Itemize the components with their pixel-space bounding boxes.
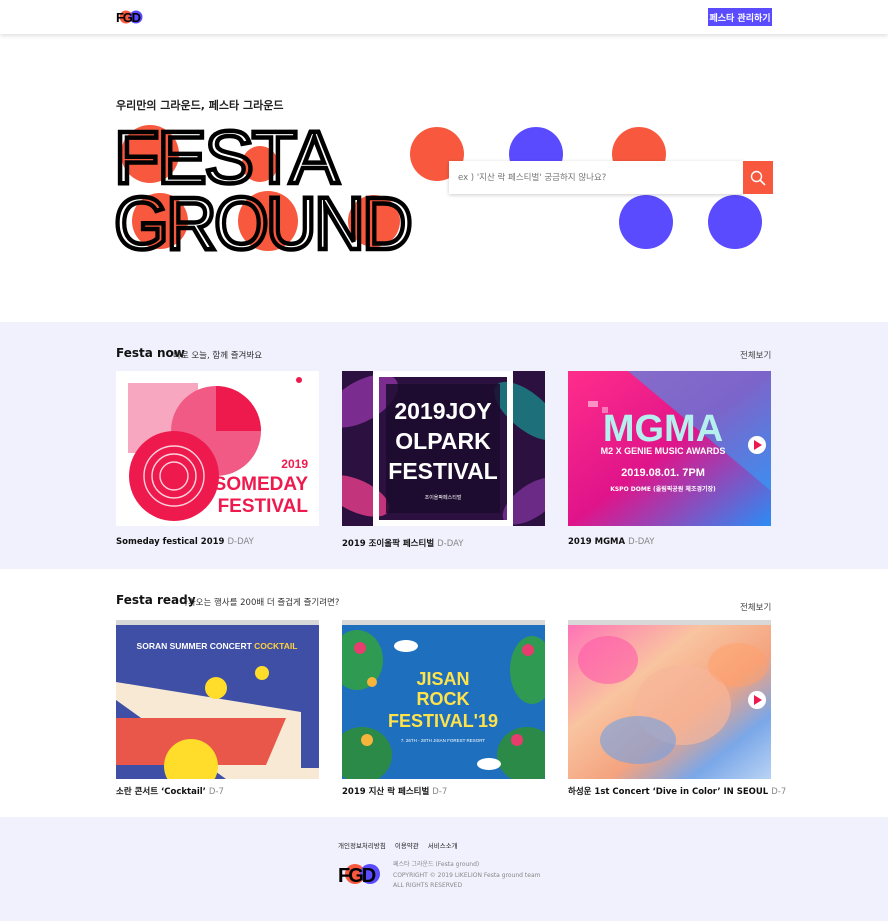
hero-title: FESTA GROUND xyxy=(112,116,415,256)
poster-text: FESTIVAL xyxy=(388,458,497,484)
festival-poster[interactable]: JISAN ROCK FESTIVAL'19 7. 26TH - 28TH JI… xyxy=(342,620,545,779)
festival-card[interactable]: SORAN SUMMER CONCERT COCKTAIL 소란 콘서트 ‘Co… xyxy=(116,620,319,797)
festival-poster[interactable] xyxy=(568,620,771,779)
see-all-link[interactable]: 전체보기 xyxy=(740,349,771,361)
poster-text: 2019.08.01. 7PM xyxy=(621,467,705,479)
poster-text: FESTIVAL xyxy=(218,496,309,517)
poster-text: SOMEDAY xyxy=(214,474,309,495)
poster-text: 2019 xyxy=(281,457,308,471)
poster-text: SORAN SUMMER CONCERT COCKTAIL xyxy=(137,641,298,651)
footer-info-line: ALL RIGHTS RESERVED xyxy=(393,882,463,889)
poster-text: 조이올팍페스티벌 xyxy=(425,494,462,501)
poster-text: 2019JOY xyxy=(394,398,491,424)
play-icon[interactable] xyxy=(748,436,766,454)
poster-text: ROCK xyxy=(417,689,470,709)
footer-info-line: 페스타 그라운드 (Festa ground) xyxy=(393,861,480,868)
section-subtitle: 다가오는 행사를 200배 더 즐겁게 즐기려면? xyxy=(180,598,340,608)
card-caption: 2019 지산 락 페스티벌 D-7 xyxy=(342,785,545,797)
search-icon xyxy=(750,170,766,186)
site-footer: 개인정보처리방침 이용약관 서비스소개 FGD 페스타 그라운드 (Festa … xyxy=(0,817,888,921)
poster-text: MGMA xyxy=(603,408,723,450)
footer-link-terms[interactable]: 이용약관 xyxy=(395,840,419,850)
dday-badge: D-DAY xyxy=(628,537,655,547)
festival-name: Someday festical 2019 xyxy=(116,537,225,547)
festa-now-section: Festa now 바로 오늘, 함께 즐겨봐요 전체보기 2019 SOMED… xyxy=(0,322,888,569)
footer-links: 개인정보처리방침 이용약관 서비스소개 xyxy=(338,840,458,850)
footer-link-about[interactable]: 서비스소개 xyxy=(428,840,458,850)
card-caption: Someday festical 2019 D-DAY xyxy=(116,537,319,547)
festival-card[interactable]: 2019JOY OLPARK FESTIVAL 조이올팍페스티벌 2019 조이… xyxy=(342,371,545,549)
festival-name: 2019 MGMA xyxy=(568,537,626,547)
card-caption: 2019 조이올팍 페스티벌 D-DAY xyxy=(342,537,545,549)
footer-info-line: COPYRIGHT © 2019 LIKELION Festa ground t… xyxy=(393,871,541,879)
dday-badge: D-7 xyxy=(432,787,448,797)
festival-card[interactable]: MGMA M2 X GENIE MUSIC AWARDS 2019.08.01.… xyxy=(568,371,771,547)
dday-badge: D-7 xyxy=(208,787,224,797)
svg-text:FGD: FGD xyxy=(116,10,141,25)
footer-info: 페스타 그라운드 (Festa ground) COPYRIGHT © 2019… xyxy=(393,860,540,892)
festa-ready-section: Festa ready 다가오는 행사를 200배 더 즐겁게 즐기려면? 전체… xyxy=(0,569,888,817)
poster-text: OLPARK xyxy=(395,428,491,454)
card-caption: 하성운 1st Concert ‘Dive in Color’ IN SEOUL… xyxy=(568,785,786,797)
dday-badge: D-7 xyxy=(771,787,787,797)
svg-text:FGD: FGD xyxy=(338,865,376,885)
poster-text: 7. 26TH - 28TH JISAN FOREST RESORT xyxy=(401,738,486,743)
festival-name: 소란 콘서트 ‘Cocktail’ xyxy=(116,787,206,797)
footer-link-privacy[interactable]: 개인정보처리방침 xyxy=(338,840,386,850)
festival-poster[interactable]: 2019JOY OLPARK FESTIVAL 조이올팍페스티벌 xyxy=(342,371,545,526)
hero-section: 우리만의 그라운드, 페스타 그라운드 FESTA GROUND xyxy=(0,34,888,322)
poster-text: KSPO DOME (올림픽공원 체조경기장) xyxy=(610,485,716,493)
hero-tagline: 우리만의 그라운드, 페스타 그라운드 xyxy=(116,99,284,112)
search-box xyxy=(449,161,743,194)
fgd-logo[interactable]: FGD xyxy=(116,9,146,25)
search-input[interactable] xyxy=(449,161,743,194)
festival-name: 2019 지산 락 페스티벌 xyxy=(342,787,430,797)
festival-card[interactable]: JISAN ROCK FESTIVAL'19 7. 26TH - 28TH JI… xyxy=(342,620,545,797)
fgd-logo[interactable]: FGD xyxy=(338,863,384,885)
poster-text: JISAN xyxy=(416,669,469,689)
title-line2: GROUND xyxy=(114,182,410,256)
admin-button[interactable]: 페스타 관리하기 xyxy=(708,8,772,26)
card-caption: 소란 콘서트 ‘Cocktail’ D-7 xyxy=(116,785,319,797)
card-caption: 2019 MGMA D-DAY xyxy=(568,537,771,547)
poster-text: FESTIVAL'19 xyxy=(388,711,498,731)
see-all-link[interactable]: 전체보기 xyxy=(740,601,771,613)
festival-card[interactable]: 하성운 1st Concert ‘Dive in Color’ IN SEOUL… xyxy=(568,620,786,797)
dday-badge: D-DAY xyxy=(227,537,254,547)
search-button[interactable] xyxy=(743,161,773,194)
festival-poster[interactable]: MGMA M2 X GENIE MUSIC AWARDS 2019.08.01.… xyxy=(568,371,771,526)
section-subtitle: 바로 오늘, 함께 즐겨봐요 xyxy=(173,351,263,361)
festival-poster[interactable]: SORAN SUMMER CONCERT COCKTAIL xyxy=(116,620,319,779)
site-header: FGD 페스타 관리하기 xyxy=(0,0,888,34)
play-icon[interactable] xyxy=(748,691,766,709)
festival-poster[interactable]: 2019 SOMEDAY FESTIVAL xyxy=(116,371,319,526)
festival-card[interactable]: 2019 SOMEDAY FESTIVAL Someday festical 2… xyxy=(116,371,319,547)
dday-badge: D-DAY xyxy=(437,539,464,549)
festival-name: 2019 조이올팍 페스티벌 xyxy=(342,539,435,549)
festival-name: 하성운 1st Concert ‘Dive in Color’ IN SEOUL xyxy=(568,787,769,797)
poster-text: M2 X GENIE MUSIC AWARDS xyxy=(601,446,726,456)
